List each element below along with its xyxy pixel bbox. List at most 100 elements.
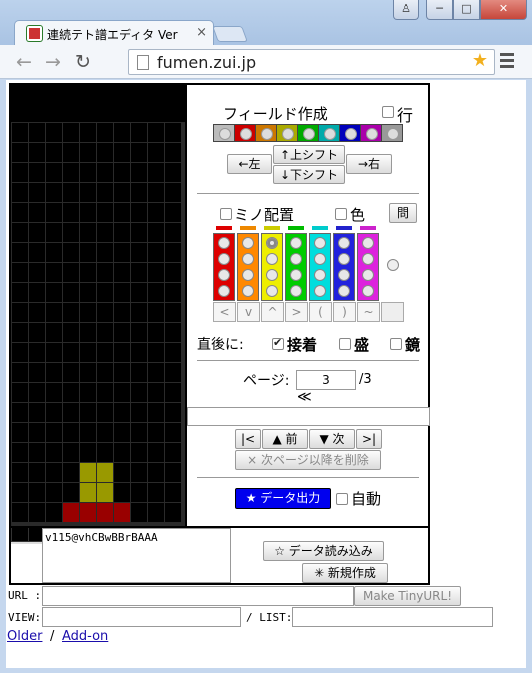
board-cell[interactable] — [29, 423, 45, 442]
board-cell[interactable] — [63, 163, 79, 182]
board-cell[interactable] — [165, 223, 181, 242]
board-cell[interactable] — [131, 163, 147, 182]
browser-tab[interactable]: 連続テト譜エディタ Ver × — [14, 20, 214, 46]
board-cell[interactable] — [63, 423, 79, 442]
tetris-board[interactable] — [11, 85, 185, 527]
board-cell[interactable] — [12, 303, 28, 322]
board-cell[interactable] — [148, 303, 164, 322]
board-cell[interactable] — [80, 443, 96, 462]
board-cell[interactable] — [114, 463, 130, 482]
url-input[interactable] — [42, 586, 354, 606]
board-cell[interactable] — [29, 263, 45, 282]
board-cell[interactable] — [97, 403, 113, 422]
board-cell[interactable] — [131, 463, 147, 482]
board-cell[interactable] — [63, 263, 79, 282]
board-cell[interactable] — [131, 183, 147, 202]
board-cell[interactable] — [165, 343, 181, 362]
palette-swatch[interactable] — [360, 124, 382, 142]
mino-dot[interactable] — [314, 285, 326, 297]
board-cell[interactable] — [12, 423, 28, 442]
board-cell[interactable] — [97, 203, 113, 222]
rotation-button[interactable]: ( — [309, 302, 332, 322]
board-cell[interactable] — [165, 363, 181, 382]
board-cell[interactable] — [12, 203, 28, 222]
forward-arrow-icon[interactable]: → — [42, 51, 64, 73]
board-cell[interactable] — [114, 283, 130, 302]
board-cell[interactable] — [80, 243, 96, 262]
next-page-button[interactable]: ▼ 次 — [309, 429, 355, 449]
board-cell[interactable] — [63, 203, 79, 222]
board-cell[interactable] — [97, 123, 113, 142]
board-cell[interactable] — [29, 463, 45, 482]
board-cell[interactable] — [46, 263, 62, 282]
board-cell[interactable] — [63, 143, 79, 162]
shift-right-button[interactable]: →右 — [346, 154, 392, 174]
palette-swatch[interactable] — [381, 124, 403, 142]
shift-up-button[interactable]: ↑上シフト — [273, 145, 345, 164]
board-cell[interactable] — [131, 143, 147, 162]
board-cell[interactable] — [29, 163, 45, 182]
board-cell[interactable] — [131, 303, 147, 322]
board-cell[interactable] — [12, 263, 28, 282]
board-cell[interactable] — [29, 123, 45, 142]
board-cell[interactable] — [80, 403, 96, 422]
board-cell[interactable] — [80, 123, 96, 142]
board-cell[interactable] — [46, 383, 62, 402]
maximize-button[interactable]: □ — [453, 0, 480, 20]
board-cell[interactable] — [165, 263, 181, 282]
board-cell[interactable] — [97, 463, 113, 482]
board-cell[interactable] — [80, 163, 96, 182]
data-output-button[interactable]: ★ データ出力 — [235, 488, 331, 509]
board-cell[interactable] — [12, 363, 28, 382]
shift-left-button[interactable]: ←左 — [227, 154, 272, 174]
mino-dot[interactable] — [314, 253, 326, 265]
board-cell[interactable] — [114, 323, 130, 342]
board-cell[interactable] — [131, 323, 147, 342]
board-cell[interactable] — [131, 483, 147, 502]
mino-dot[interactable] — [362, 269, 374, 281]
board-cell[interactable] — [165, 183, 181, 202]
board-cell[interactable] — [165, 383, 181, 402]
board-cell[interactable] — [114, 263, 130, 282]
board-cell[interactable] — [148, 323, 164, 342]
board-cell[interactable] — [131, 243, 147, 262]
board-cell[interactable] — [97, 163, 113, 182]
board-cell[interactable] — [114, 383, 130, 402]
lock-checkbox[interactable] — [272, 336, 284, 350]
board-cell[interactable] — [12, 283, 28, 302]
board-cell[interactable] — [114, 443, 130, 462]
board-cell[interactable] — [80, 323, 96, 342]
board-cell[interactable] — [148, 363, 164, 382]
board-cell[interactable] — [131, 363, 147, 382]
board-cell[interactable] — [165, 483, 181, 502]
board-cell[interactable] — [148, 283, 164, 302]
palette-swatch[interactable] — [234, 124, 256, 142]
mino-dot[interactable] — [290, 269, 302, 281]
board-cell[interactable] — [29, 243, 45, 262]
board-cell[interactable] — [46, 403, 62, 422]
board-cell[interactable] — [46, 363, 62, 382]
board-cell[interactable] — [97, 303, 113, 322]
board-cell[interactable] — [97, 323, 113, 342]
board-cell[interactable] — [80, 483, 96, 502]
board-cell[interactable] — [148, 243, 164, 262]
board-cell[interactable] — [148, 463, 164, 482]
board-cell[interactable] — [12, 143, 28, 162]
delete-after-button[interactable]: × 次ページ以降を削除 — [235, 450, 381, 470]
board-cell[interactable] — [97, 363, 113, 382]
board-cell[interactable] — [80, 503, 96, 522]
board-cell[interactable] — [114, 243, 130, 262]
garbage-cell[interactable] — [12, 528, 28, 541]
board-cell[interactable] — [46, 343, 62, 362]
board-cell[interactable] — [97, 443, 113, 462]
mino-dot[interactable] — [338, 253, 350, 265]
board-cell[interactable] — [63, 343, 79, 362]
board-cell[interactable] — [114, 303, 130, 322]
board-cell[interactable] — [63, 183, 79, 202]
rotation-button[interactable]: < — [213, 302, 236, 322]
board-cell[interactable] — [12, 503, 28, 522]
mino-dot[interactable] — [266, 269, 278, 281]
question-button[interactable]: 問 — [389, 203, 417, 223]
board-cell[interactable] — [80, 343, 96, 362]
mino-column[interactable] — [285, 233, 307, 301]
